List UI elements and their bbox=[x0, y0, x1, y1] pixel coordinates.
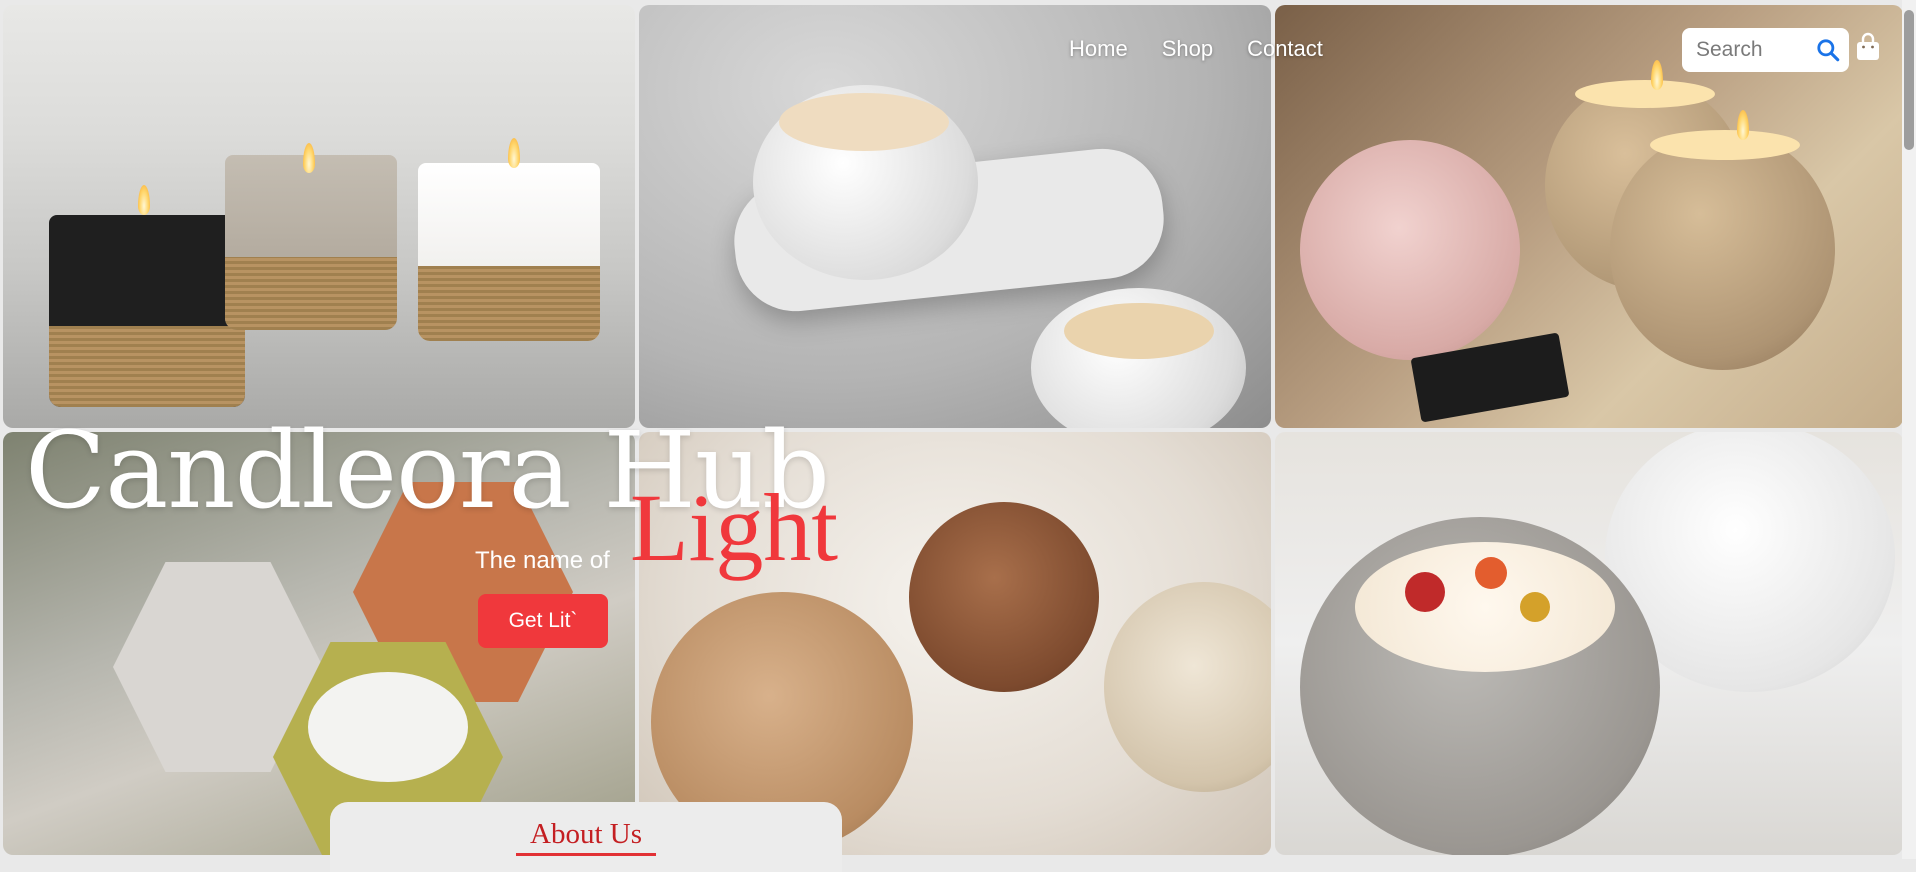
search-input[interactable] bbox=[1694, 37, 1808, 63]
flame bbox=[1737, 110, 1749, 140]
search-icon[interactable] bbox=[1815, 37, 1841, 63]
gallery-image-6 bbox=[1275, 432, 1903, 855]
shopping-bag-icon[interactable] bbox=[1855, 32, 1881, 62]
search-box bbox=[1682, 28, 1849, 72]
candle-white bbox=[418, 163, 600, 341]
flame bbox=[508, 138, 520, 168]
wax bbox=[1064, 303, 1214, 359]
wax-glow bbox=[1650, 130, 1800, 160]
dried-flower bbox=[1405, 572, 1445, 612]
gallery-image-2 bbox=[639, 5, 1271, 428]
about-us-tab[interactable]: About Us bbox=[330, 802, 842, 872]
wax bbox=[779, 93, 949, 151]
hero-subtitle: The name of bbox=[475, 547, 610, 574]
wax-glow bbox=[1575, 80, 1715, 108]
flame bbox=[303, 143, 315, 173]
sphere-candle bbox=[1610, 130, 1835, 370]
dried-flower bbox=[1520, 592, 1550, 622]
get-lit-button[interactable]: Get Lit` bbox=[478, 594, 608, 648]
flame bbox=[138, 185, 150, 215]
angel-figurine bbox=[1300, 140, 1520, 360]
candle-black bbox=[49, 215, 245, 407]
wax bbox=[308, 672, 468, 782]
scrollbar[interactable] bbox=[1902, 0, 1916, 859]
hero-highlight: Light bbox=[630, 474, 838, 581]
main-nav: Home Shop Contact bbox=[1069, 36, 1323, 62]
scrollbar-thumb[interactable] bbox=[1904, 10, 1914, 150]
about-us-title: About Us bbox=[516, 818, 656, 856]
flame bbox=[1651, 60, 1663, 90]
clay-bowl bbox=[1104, 582, 1271, 792]
dried-flower bbox=[1475, 557, 1507, 589]
clay-bowl bbox=[909, 502, 1099, 692]
gallery-image-1 bbox=[3, 5, 635, 428]
candle-gray bbox=[225, 155, 397, 330]
nav-shop-link[interactable]: Shop bbox=[1162, 36, 1213, 62]
nav-home-link[interactable]: Home bbox=[1069, 36, 1128, 62]
nav-contact-link[interactable]: Contact bbox=[1247, 36, 1323, 62]
